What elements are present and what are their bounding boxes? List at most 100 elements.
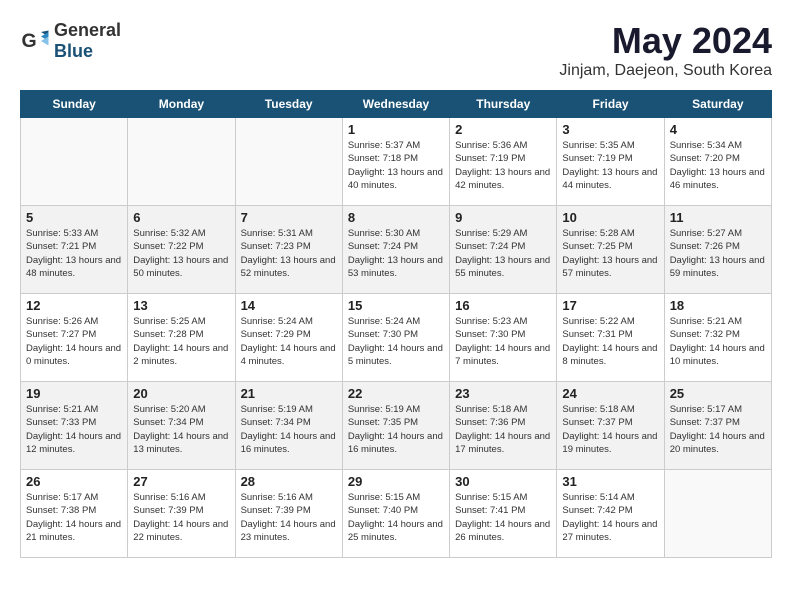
calendar-week-row: 26 Sunrise: 5:17 AMSunset: 7:38 PMDayligh… bbox=[21, 470, 772, 558]
day-number: 29 bbox=[348, 474, 444, 489]
weekday-header: Wednesday bbox=[342, 91, 449, 118]
day-info: Sunrise: 5:21 AMSunset: 7:32 PMDaylight:… bbox=[670, 315, 766, 368]
day-info: Sunrise: 5:16 AMSunset: 7:39 PMDaylight:… bbox=[133, 491, 229, 544]
calendar-cell: 29 Sunrise: 5:15 AMSunset: 7:40 PMDayligh… bbox=[342, 470, 449, 558]
day-info: Sunrise: 5:16 AMSunset: 7:39 PMDaylight:… bbox=[241, 491, 337, 544]
weekday-header: Sunday bbox=[21, 91, 128, 118]
calendar-cell bbox=[235, 118, 342, 206]
calendar-cell: 17Sunrise: 5:22 AMSunset: 7:31 PMDayligh… bbox=[557, 294, 664, 382]
calendar-week-row: 19 Sunrise: 5:21 AMSunset: 7:33 PMDayligh… bbox=[21, 382, 772, 470]
calendar-cell: 2 Sunrise: 5:36 AMSunset: 7:19 PMDaylight… bbox=[450, 118, 557, 206]
day-number: 19 bbox=[26, 386, 122, 401]
logo-text-general: General bbox=[54, 20, 121, 40]
day-info: Sunrise: 5:23 AMSunset: 7:30 PMDaylight:… bbox=[455, 315, 551, 368]
day-number: 18 bbox=[670, 298, 766, 313]
day-number: 22 bbox=[348, 386, 444, 401]
day-number: 3 bbox=[562, 122, 658, 137]
calendar-cell: 9 Sunrise: 5:29 AMSunset: 7:24 PMDaylight… bbox=[450, 206, 557, 294]
day-number: 7 bbox=[241, 210, 337, 225]
day-info: Sunrise: 5:35 AMSunset: 7:19 PMDaylight:… bbox=[562, 139, 658, 192]
day-info: Sunrise: 5:18 AMSunset: 7:37 PMDaylight:… bbox=[562, 403, 658, 456]
day-info: Sunrise: 5:15 AMSunset: 7:40 PMDaylight:… bbox=[348, 491, 444, 544]
calendar-cell: 14 Sunrise: 5:24 AMSunset: 7:29 PMDayligh… bbox=[235, 294, 342, 382]
calendar-week-row: 12Sunrise: 5:26 AMSunset: 7:27 PMDayligh… bbox=[21, 294, 772, 382]
day-info: Sunrise: 5:25 AMSunset: 7:28 PMDaylight:… bbox=[133, 315, 229, 368]
calendar-cell: 5 Sunrise: 5:33 AMSunset: 7:21 PMDaylight… bbox=[21, 206, 128, 294]
weekday-header: Friday bbox=[557, 91, 664, 118]
day-info: Sunrise: 5:28 AMSunset: 7:25 PMDaylight:… bbox=[562, 227, 658, 280]
calendar-cell: 24Sunrise: 5:18 AMSunset: 7:37 PMDayligh… bbox=[557, 382, 664, 470]
day-number: 12 bbox=[26, 298, 122, 313]
calendar-cell: 6 Sunrise: 5:32 AMSunset: 7:22 PMDaylight… bbox=[128, 206, 235, 294]
day-info: Sunrise: 5:17 AMSunset: 7:37 PMDaylight:… bbox=[670, 403, 766, 456]
calendar-cell: 3 Sunrise: 5:35 AMSunset: 7:19 PMDaylight… bbox=[557, 118, 664, 206]
day-info: Sunrise: 5:18 AMSunset: 7:36 PMDaylight:… bbox=[455, 403, 551, 456]
day-info: Sunrise: 5:21 AMSunset: 7:33 PMDaylight:… bbox=[26, 403, 122, 456]
logo-text-blue: Blue bbox=[54, 41, 93, 61]
day-number: 1 bbox=[348, 122, 444, 137]
calendar-cell: 11 Sunrise: 5:27 AMSunset: 7:26 PMDayligh… bbox=[664, 206, 771, 294]
day-number: 16 bbox=[455, 298, 551, 313]
day-number: 4 bbox=[670, 122, 766, 137]
day-number: 10 bbox=[562, 210, 658, 225]
day-number: 25 bbox=[670, 386, 766, 401]
calendar-cell: 23Sunrise: 5:18 AMSunset: 7:36 PMDayligh… bbox=[450, 382, 557, 470]
logo-icon: G bbox=[20, 26, 50, 56]
calendar-cell bbox=[128, 118, 235, 206]
calendar-cell: 10 Sunrise: 5:28 AMSunset: 7:25 PMDayligh… bbox=[557, 206, 664, 294]
day-info: Sunrise: 5:34 AMSunset: 7:20 PMDaylight:… bbox=[670, 139, 766, 192]
day-info: Sunrise: 5:19 AMSunset: 7:34 PMDaylight:… bbox=[241, 403, 337, 456]
page-header: G General Blue May 2024 Jinjam, Daejeon,… bbox=[20, 20, 772, 80]
day-info: Sunrise: 5:29 AMSunset: 7:24 PMDaylight:… bbox=[455, 227, 551, 280]
calendar-cell: 16 Sunrise: 5:23 AMSunset: 7:30 PMDayligh… bbox=[450, 294, 557, 382]
day-number: 6 bbox=[133, 210, 229, 225]
calendar-cell: 13 Sunrise: 5:25 AMSunset: 7:28 PMDayligh… bbox=[128, 294, 235, 382]
day-info: Sunrise: 5:30 AMSunset: 7:24 PMDaylight:… bbox=[348, 227, 444, 280]
day-number: 28 bbox=[241, 474, 337, 489]
day-info: Sunrise: 5:17 AMSunset: 7:38 PMDaylight:… bbox=[26, 491, 122, 544]
day-number: 27 bbox=[133, 474, 229, 489]
day-number: 5 bbox=[26, 210, 122, 225]
day-number: 11 bbox=[670, 210, 766, 225]
calendar-cell: 27 Sunrise: 5:16 AMSunset: 7:39 PMDayligh… bbox=[128, 470, 235, 558]
day-number: 2 bbox=[455, 122, 551, 137]
calendar-cell: 30Sunrise: 5:15 AMSunset: 7:41 PMDayligh… bbox=[450, 470, 557, 558]
day-info: Sunrise: 5:24 AMSunset: 7:30 PMDaylight:… bbox=[348, 315, 444, 368]
day-number: 20 bbox=[133, 386, 229, 401]
calendar-cell: 8 Sunrise: 5:30 AMSunset: 7:24 PMDaylight… bbox=[342, 206, 449, 294]
calendar-cell: 7 Sunrise: 5:31 AMSunset: 7:23 PMDaylight… bbox=[235, 206, 342, 294]
calendar-table: SundayMondayTuesdayWednesdayThursdayFrid… bbox=[20, 90, 772, 558]
day-number: 26 bbox=[26, 474, 122, 489]
day-number: 21 bbox=[241, 386, 337, 401]
weekday-header-row: SundayMondayTuesdayWednesdayThursdayFrid… bbox=[21, 91, 772, 118]
calendar-cell: 25 Sunrise: 5:17 AMSunset: 7:37 PMDayligh… bbox=[664, 382, 771, 470]
day-number: 8 bbox=[348, 210, 444, 225]
day-info: Sunrise: 5:19 AMSunset: 7:35 PMDaylight:… bbox=[348, 403, 444, 456]
calendar-cell bbox=[664, 470, 771, 558]
weekday-header: Tuesday bbox=[235, 91, 342, 118]
day-info: Sunrise: 5:31 AMSunset: 7:23 PMDaylight:… bbox=[241, 227, 337, 280]
day-info: Sunrise: 5:32 AMSunset: 7:22 PMDaylight:… bbox=[133, 227, 229, 280]
day-number: 14 bbox=[241, 298, 337, 313]
day-number: 9 bbox=[455, 210, 551, 225]
day-info: Sunrise: 5:27 AMSunset: 7:26 PMDaylight:… bbox=[670, 227, 766, 280]
day-number: 13 bbox=[133, 298, 229, 313]
calendar-week-row: 5 Sunrise: 5:33 AMSunset: 7:21 PMDaylight… bbox=[21, 206, 772, 294]
day-info: Sunrise: 5:24 AMSunset: 7:29 PMDaylight:… bbox=[241, 315, 337, 368]
day-info: Sunrise: 5:14 AMSunset: 7:42 PMDaylight:… bbox=[562, 491, 658, 544]
calendar-cell: 4 Sunrise: 5:34 AMSunset: 7:20 PMDaylight… bbox=[664, 118, 771, 206]
day-info: Sunrise: 5:36 AMSunset: 7:19 PMDaylight:… bbox=[455, 139, 551, 192]
calendar-cell: 1Sunrise: 5:37 AMSunset: 7:18 PMDaylight… bbox=[342, 118, 449, 206]
calendar-cell: 26 Sunrise: 5:17 AMSunset: 7:38 PMDayligh… bbox=[21, 470, 128, 558]
weekday-header: Thursday bbox=[450, 91, 557, 118]
day-number: 31 bbox=[562, 474, 658, 489]
calendar-cell: 15 Sunrise: 5:24 AMSunset: 7:30 PMDayligh… bbox=[342, 294, 449, 382]
day-number: 15 bbox=[348, 298, 444, 313]
weekday-header: Monday bbox=[128, 91, 235, 118]
calendar-cell bbox=[21, 118, 128, 206]
calendar-cell: 22 Sunrise: 5:19 AMSunset: 7:35 PMDayligh… bbox=[342, 382, 449, 470]
logo: G General Blue bbox=[20, 20, 121, 62]
calendar-cell: 31 Sunrise: 5:14 AMSunset: 7:42 PMDayligh… bbox=[557, 470, 664, 558]
weekday-header: Saturday bbox=[664, 91, 771, 118]
day-info: Sunrise: 5:33 AMSunset: 7:21 PMDaylight:… bbox=[26, 227, 122, 280]
